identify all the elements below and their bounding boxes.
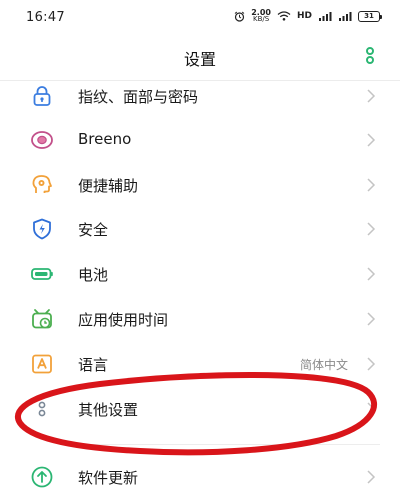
section-divider [78, 444, 380, 445]
settings-item-label: 语言 [78, 356, 109, 374]
settings-item-software-update[interactable]: 软件更新 [0, 455, 400, 499]
assist-icon [30, 173, 54, 197]
update-icon [30, 465, 54, 489]
settings-item-security[interactable]: 安全 [0, 207, 400, 251]
settings-item-label: 安全 [78, 221, 109, 239]
settings-item-label: 其他设置 [78, 401, 139, 419]
chevron-right-icon [366, 311, 376, 327]
chevron-right-icon [366, 177, 376, 193]
breeno-icon [30, 128, 54, 152]
settings-item-language[interactable]: 语言 简体中文 [0, 342, 400, 386]
language-value: 简体中文 [299, 358, 348, 372]
chevron-right-icon [366, 221, 376, 237]
chevron-right-icon [366, 356, 376, 372]
settings-list: 指纹、面部与密码 Breeno 便捷辅助 安全 电池 应用使用时间 语言 简体中… [0, 0, 400, 500]
settings-item-label: 应用使用时间 [78, 311, 169, 329]
battery-icon [30, 262, 54, 286]
settings-item-label: 电池 [78, 266, 109, 284]
settings-item-breeno[interactable]: Breeno [0, 118, 400, 162]
settings-item-other-settings[interactable]: 其他设置 [0, 387, 400, 431]
language-icon [30, 352, 54, 376]
shield-icon [30, 217, 54, 241]
chevron-right-icon [366, 401, 376, 417]
settings-item-fingerprint-face-password[interactable]: 指纹、面部与密码 [0, 74, 400, 118]
more-settings-icon [30, 397, 54, 421]
settings-screen: 16:47 2.00 KB/S HD 31 设置 指纹、面部与密码 Breeno… [0, 0, 400, 500]
chevron-right-icon [366, 469, 376, 485]
chevron-right-icon [366, 88, 376, 104]
lock-icon [30, 84, 54, 108]
settings-item-battery[interactable]: 电池 [0, 252, 400, 296]
settings-item-convenience-assist[interactable]: 便捷辅助 [0, 163, 400, 207]
screen-time-icon [30, 307, 54, 331]
settings-item-app-usage-time[interactable]: 应用使用时间 [0, 297, 400, 341]
chevron-right-icon [366, 266, 376, 282]
settings-item-label: 便捷辅助 [78, 177, 139, 195]
settings-item-label: Breeno [78, 130, 132, 148]
chevron-right-icon [366, 132, 376, 148]
settings-item-label: 指纹、面部与密码 [78, 88, 199, 106]
settings-item-label: 软件更新 [78, 469, 139, 487]
